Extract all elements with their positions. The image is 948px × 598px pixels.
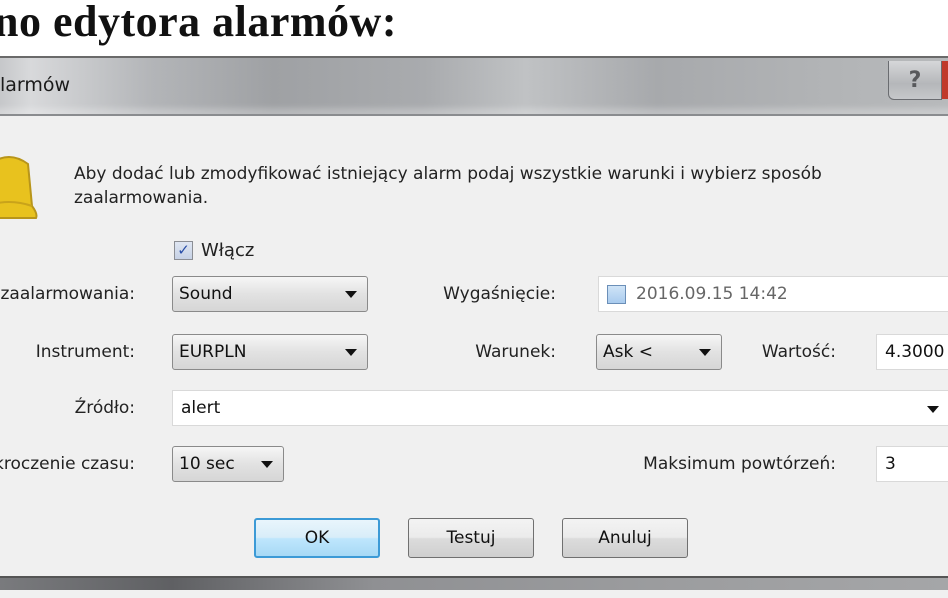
dialog-content: Aby dodać lub zmodyfikować istniejący al… xyxy=(0,116,948,598)
source-select[interactable]: alert xyxy=(172,390,948,426)
close-button[interactable] xyxy=(942,61,948,99)
help-button[interactable]: ? xyxy=(888,61,942,100)
max-repeats-label: Maksimum powtórzeń: xyxy=(643,454,836,474)
ok-button[interactable]: OK xyxy=(254,518,380,558)
condition-value: Ask < xyxy=(603,342,653,362)
title-bar[interactable]: larmów ? xyxy=(0,58,948,116)
timeout-select[interactable]: 10 sec xyxy=(172,446,284,482)
expiry-value: 2016.09.15 14:42 xyxy=(636,284,788,304)
chevron-down-icon xyxy=(345,291,357,298)
max-repeats-value: 3 xyxy=(885,454,896,474)
condition-label: Warunek: xyxy=(475,342,556,362)
value-value: 4.3000 xyxy=(885,342,945,362)
enable-label: Włącz xyxy=(201,240,255,261)
enable-checkbox[interactable]: ✓ xyxy=(174,241,193,260)
checkmark-icon: ✓ xyxy=(177,241,190,259)
chevron-down-icon xyxy=(345,349,357,356)
page-heading: no edytora alarmów: xyxy=(0,0,397,46)
chevron-down-icon xyxy=(699,349,711,356)
condition-select[interactable]: Ask < xyxy=(596,334,722,370)
alarm-editor-dialog: larmów ? Aby dodać lub zmodyfikować istn… xyxy=(0,56,948,598)
value-input[interactable]: 4.3000 xyxy=(876,334,948,370)
instruction-text: Aby dodać lub zmodyfikować istniejący al… xyxy=(74,164,822,208)
question-mark-icon: ? xyxy=(908,67,922,93)
window-title: larmów xyxy=(0,74,71,96)
max-repeats-input[interactable]: 3 xyxy=(876,446,948,482)
alert-method-label: b zaalarmowania: xyxy=(0,284,135,304)
instrument-value: EURPLN xyxy=(179,342,247,362)
expiry-label: Wygaśnięcie: xyxy=(443,284,556,304)
instrument-select[interactable]: EURPLN xyxy=(172,334,368,370)
alert-method-value: Sound xyxy=(179,284,233,304)
value-label: Wartość: xyxy=(761,342,836,362)
source-value: alert xyxy=(181,398,221,418)
cancel-button[interactable]: Anuluj xyxy=(562,518,688,558)
window-bottom-border xyxy=(0,576,948,590)
expiry-datetime-field[interactable]: 2016.09.15 14:42 xyxy=(598,276,948,312)
chevron-down-icon xyxy=(927,406,939,413)
alert-method-select[interactable]: Sound xyxy=(172,276,368,312)
enable-row: ✓ Włącz xyxy=(174,240,254,261)
timeout-value: 10 sec xyxy=(179,454,235,474)
instrument-label: Instrument: xyxy=(35,342,135,362)
bell-icon xyxy=(0,156,38,219)
source-label: Źródło: xyxy=(74,398,135,418)
test-button[interactable]: Testuj xyxy=(408,518,534,558)
expiry-checkbox[interactable] xyxy=(607,284,626,304)
timeout-label: ekroczenie czasu: xyxy=(0,454,135,474)
chevron-down-icon xyxy=(261,461,273,468)
